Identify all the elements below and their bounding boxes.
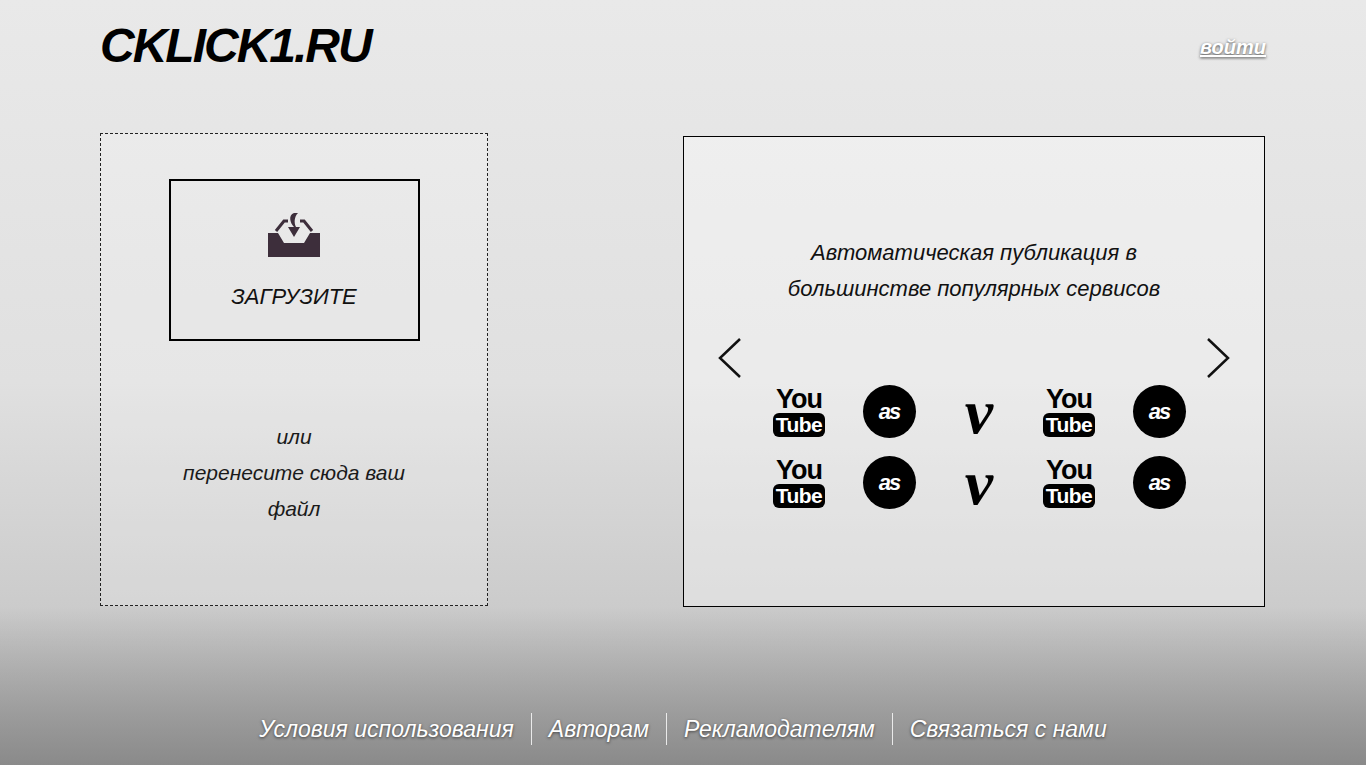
service-item[interactable]: YouTube <box>1024 454 1114 511</box>
services-title: Автоматическая публикация вбольшинстве п… <box>684 235 1264 307</box>
service-item[interactable]: YouTube <box>754 454 844 511</box>
drop-zone[interactable]: ЗАГРУЗИТЕ илиперенесите сюда вашфайл <box>100 133 488 606</box>
footer-item: Условия использования <box>259 713 513 745</box>
content: ЗАГРУЗИТЕ илиперенесите сюда вашфайл Автом… <box>0 133 1366 607</box>
youtube-logo-icon[interactable]: YouTube <box>1043 386 1096 437</box>
services-title-line: большинстве популярных сервисов <box>788 271 1160 307</box>
footer: Условия использования Авторам Рекламодател… <box>0 607 1366 765</box>
header: CKLICK1.RU войти <box>0 0 1366 133</box>
footer-item: Связаться с нами <box>875 713 1107 745</box>
footer-item: Рекламодателям <box>649 713 875 745</box>
drop-hint: илиперенесите сюда вашфайл <box>183 419 405 527</box>
vimeo-logo-icon[interactable]: v <box>951 455 1007 511</box>
service-item[interactable]: v <box>934 454 1024 511</box>
login-link[interactable]: войти <box>1200 32 1266 62</box>
service-item[interactable]: YouTube <box>1024 383 1114 440</box>
services-panel: Автоматическая публикация вбольшинстве п… <box>683 136 1265 607</box>
upload-button[interactable]: ЗАГРУЗИТЕ <box>169 179 420 341</box>
carousel-controls <box>684 337 1264 379</box>
footer-link[interactable]: Условия использования <box>259 713 513 745</box>
youtube-logo-icon[interactable]: YouTube <box>1043 457 1096 508</box>
footer-separator <box>666 713 667 745</box>
next-arrow-icon[interactable] <box>1205 337 1231 379</box>
footer-separator <box>892 713 893 745</box>
youtube-logo-icon[interactable]: YouTube <box>773 457 826 508</box>
logo[interactable]: CKLICK1.RU <box>100 18 371 74</box>
upload-tray-icon <box>264 209 324 261</box>
footer-item: Авторам <box>514 713 649 745</box>
drop-hint-line: файл <box>268 491 321 527</box>
lastfm-logo-icon[interactable]: as <box>1133 385 1186 438</box>
footer-link[interactable]: Рекламодателям <box>684 713 875 745</box>
lastfm-logo-icon[interactable]: as <box>1133 456 1186 509</box>
vimeo-logo-icon[interactable]: v <box>951 384 1007 440</box>
service-item[interactable]: v <box>934 383 1024 440</box>
drop-hint-line: перенесите сюда ваш <box>183 455 405 491</box>
youtube-logo-icon[interactable]: YouTube <box>773 386 826 437</box>
footer-link[interactable]: Авторам <box>549 713 649 745</box>
service-item[interactable]: as <box>844 454 934 511</box>
lastfm-logo-icon[interactable]: as <box>863 385 916 438</box>
page: CKLICK1.RU войти ЗАГРУЗИТЕ илиперенесите сю… <box>0 0 1366 765</box>
service-item[interactable]: as <box>1114 454 1204 511</box>
service-item[interactable]: YouTube <box>754 383 844 440</box>
services-title-line: Автоматическая публикация в <box>811 235 1137 271</box>
service-item[interactable]: as <box>844 383 934 440</box>
drop-hint-line: или <box>276 419 311 455</box>
services-grid: YouTubeasvYouTubeasYouTubeasvYouTubeas <box>684 383 1204 511</box>
service-item[interactable]: as <box>1114 383 1204 440</box>
previous-arrow-icon[interactable] <box>717 337 743 379</box>
upload-label: ЗАГРУЗИТЕ <box>231 283 357 311</box>
footer-separator <box>531 713 532 745</box>
lastfm-logo-icon[interactable]: as <box>863 456 916 509</box>
footer-link[interactable]: Связаться с нами <box>910 713 1107 745</box>
